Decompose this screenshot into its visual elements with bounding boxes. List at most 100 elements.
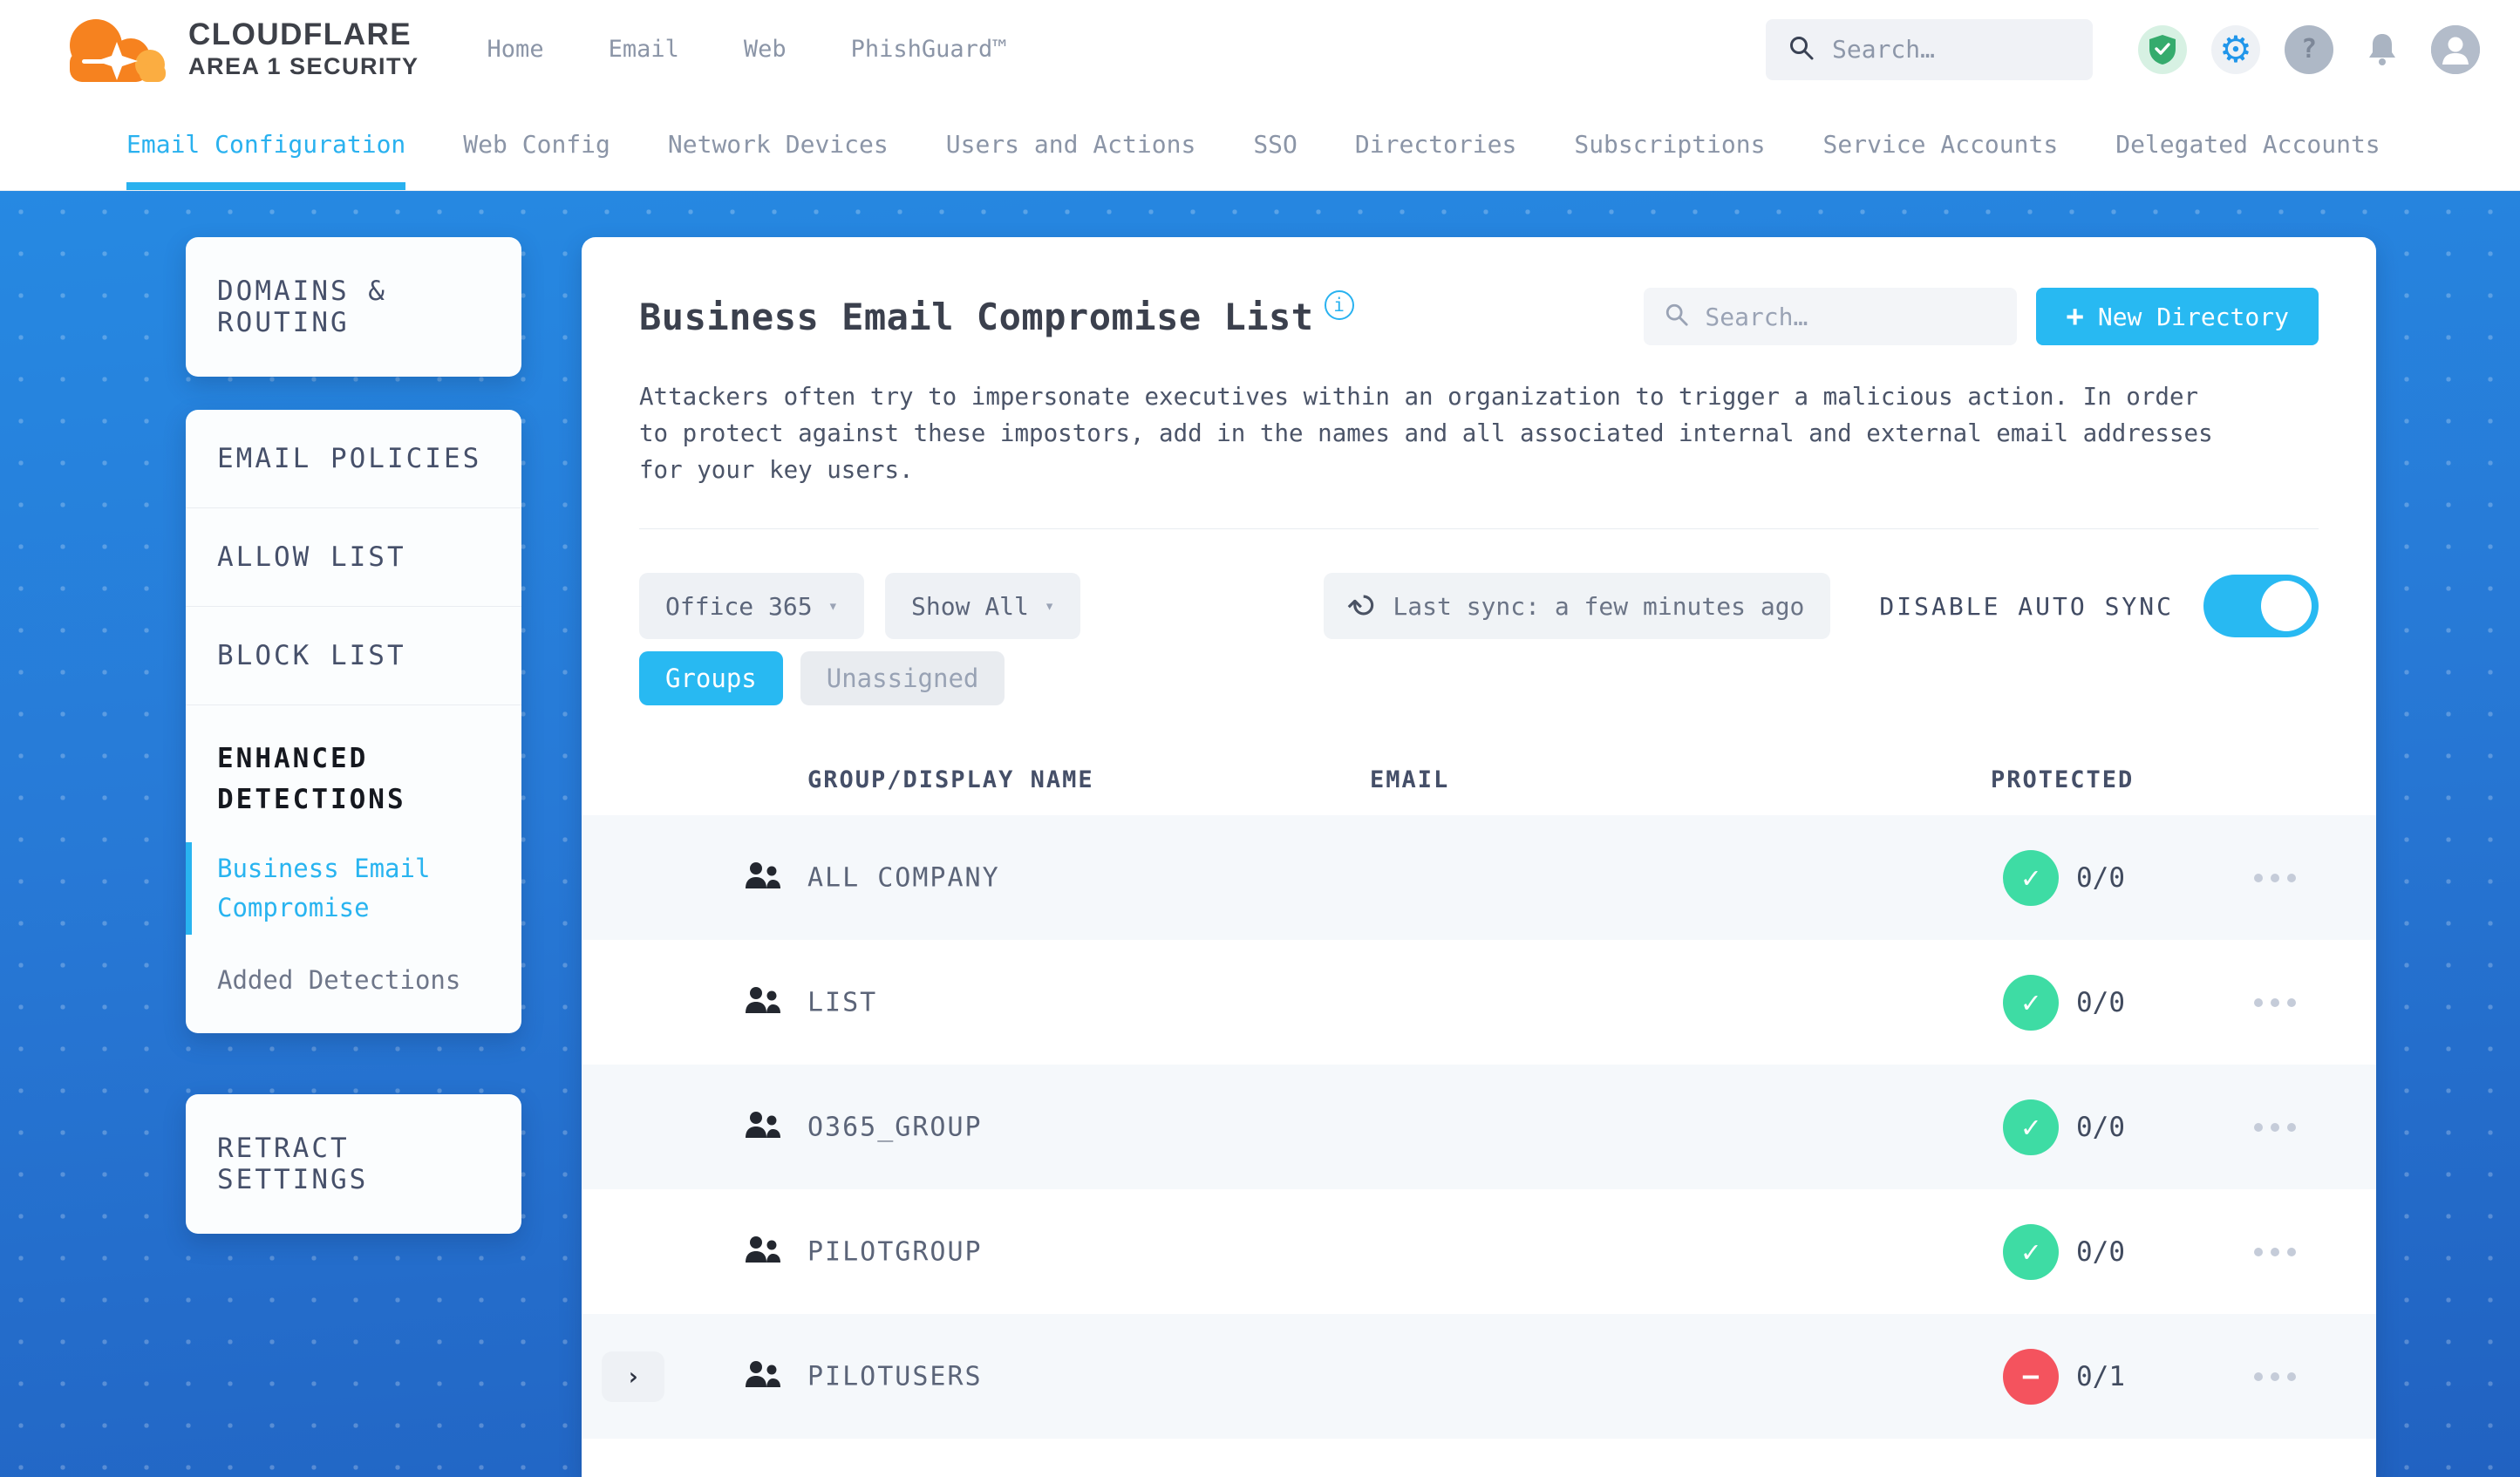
group-people-icon — [744, 861, 782, 895]
brand-name: CLOUDFLARE — [188, 17, 412, 52]
help-icon[interactable]: ? — [2285, 24, 2333, 74]
last-sync-text: Last sync: a few minutes ago — [1393, 591, 1805, 621]
auto-sync-label: DISABLE AUTO SYNC — [1879, 591, 2174, 621]
info-icon[interactable]: i — [1324, 290, 1354, 320]
column-header-name: GROUP/DISPLAY NAME — [807, 766, 1094, 793]
tab-email-configuration[interactable]: Email Configuration — [126, 99, 406, 190]
show-filter-select[interactable]: Show All ▾ — [885, 573, 1081, 639]
divider — [639, 528, 2319, 529]
list-search[interactable] — [1644, 288, 2018, 345]
page-description: Attackers often try to impersonate execu… — [639, 383, 2213, 484]
sidebar-item-domains-routing[interactable]: DOMAINS & ROUTING — [186, 237, 521, 377]
new-directory-button[interactable]: + New Directory — [2036, 288, 2319, 345]
table-row: LIST 0/0 — [582, 940, 2376, 1065]
group-name: ALL COMPANY — [807, 862, 1000, 893]
tab-service-accounts[interactable]: Service Accounts — [1823, 99, 2059, 190]
sidebar-section-enhanced-detections: ENHANCED DETECTIONS Business Email Compr… — [186, 704, 521, 1033]
row-menu-icon[interactable] — [2254, 1247, 2296, 1256]
sidebar-item-email-policies[interactable]: EMAIL POLICIES — [186, 410, 521, 507]
title-row: Business Email Compromise List i + New D… — [639, 288, 2319, 345]
directory-select[interactable]: Office 365 ▾ — [639, 573, 865, 639]
tab-groups[interactable]: Groups — [639, 651, 783, 705]
protected-count: 0/0 — [2076, 1111, 2125, 1143]
group-people-icon — [744, 1235, 782, 1269]
sidebar-item-allow-list[interactable]: ALLOW LIST — [186, 507, 521, 606]
top-nav-web[interactable]: Web — [744, 36, 787, 63]
top-header: CLOUDFLARE AREA 1 SECURITY Home Email We… — [0, 0, 2520, 99]
group-name: PILOTGROUP — [807, 1236, 983, 1267]
tab-web-config[interactable]: Web Config — [463, 99, 610, 190]
plus-icon: + — [2066, 299, 2084, 334]
page-canvas: DOMAINS & ROUTING EMAIL POLICIES ALLOW L… — [0, 191, 2520, 1477]
table-row: PILOTGROUP 0/0 — [582, 1189, 2376, 1314]
list-search-input[interactable] — [1705, 302, 1997, 331]
sidebar-policies-card: EMAIL POLICIES ALLOW LIST BLOCK LIST ENH… — [186, 410, 521, 1033]
toggle-knob — [2261, 581, 2312, 631]
group-people-icon — [744, 1359, 782, 1394]
sidebar: DOMAINS & ROUTING EMAIL POLICIES ALLOW L… — [186, 237, 521, 1267]
title-actions: + New Directory — [1644, 288, 2319, 345]
top-nav-home[interactable]: Home — [487, 36, 544, 63]
chevron-down-icon: ▾ — [828, 596, 839, 616]
protected-count: 0/0 — [2076, 861, 2125, 894]
auto-sync-toggle[interactable] — [2203, 575, 2319, 637]
group-tabs: Groups Unassigned — [639, 651, 2319, 705]
row-menu-icon[interactable] — [2254, 997, 2296, 1007]
protected-status-icon — [2003, 1348, 2059, 1405]
security-status-icon[interactable] — [2138, 24, 2187, 74]
global-search-input[interactable] — [1832, 35, 2070, 64]
config-subnav: Email Configuration Web Config Network D… — [0, 99, 2520, 191]
row-menu-icon[interactable] — [2254, 1122, 2296, 1132]
search-icon — [1788, 35, 1815, 65]
chevron-down-icon: ▾ — [1044, 596, 1055, 616]
protected-status-icon — [2003, 1223, 2059, 1280]
groups-table: GROUP/DISPLAY NAME EMAIL PROTECTED ALL C… — [582, 754, 2376, 1439]
table-header: GROUP/DISPLAY NAME EMAIL PROTECTED — [582, 754, 2376, 815]
sidebar-item-block-list[interactable]: BLOCK LIST — [186, 606, 521, 704]
row-menu-icon[interactable] — [2254, 873, 2296, 882]
page-title: Business Email Compromise List — [639, 295, 1314, 338]
sidebar-label: DOMAINS & ROUTING — [217, 276, 387, 338]
main-panel: Business Email Compromise List i + New D… — [582, 237, 2376, 1477]
filter-row: Office 365 ▾ Show All ▾ ↻ Last sync: a f… — [639, 573, 2319, 639]
tab-network-devices[interactable]: Network Devices — [668, 99, 889, 190]
sidebar-item-business-email-compromise[interactable]: Business Email Compromise — [186, 842, 490, 935]
notifications-bell-icon[interactable] — [2358, 25, 2407, 74]
sync-refresh-icon: ↻ — [1339, 582, 1387, 630]
top-nav-phishguard[interactable]: PhishGuard™ — [851, 36, 1007, 63]
tab-unassigned[interactable]: Unassigned — [800, 651, 1005, 705]
table-row: ALL COMPANY 0/0 — [582, 815, 2376, 940]
top-nav: Home Email Web PhishGuard™ — [487, 36, 1007, 63]
group-people-icon — [744, 1110, 782, 1145]
protected-status-icon — [2003, 974, 2059, 1031]
column-header-email: EMAIL — [1370, 766, 1450, 793]
protected-count: 0/0 — [2076, 1235, 2125, 1268]
new-directory-label: New Directory — [2097, 302, 2289, 331]
group-people-icon — [744, 985, 782, 1020]
protected-count: 0/1 — [2076, 1360, 2125, 1392]
tab-subscriptions[interactable]: Subscriptions — [1574, 99, 1765, 190]
column-header-protected: PROTECTED — [1991, 766, 2135, 793]
brand-subtitle: AREA 1 SECURITY — [188, 52, 419, 79]
cloudflare-logo[interactable]: CLOUDFLARE AREA 1 SECURITY — [56, 9, 419, 91]
tab-sso[interactable]: SSO — [1253, 99, 1297, 190]
settings-gear-icon[interactable]: ⚙ — [2211, 24, 2260, 74]
protected-count: 0/0 — [2076, 986, 2125, 1018]
protected-status-icon — [2003, 1099, 2059, 1155]
account-avatar-icon[interactable] — [2431, 24, 2480, 74]
tab-directories[interactable]: Directories — [1355, 99, 1516, 190]
header-right: ⚙ ? — [1766, 18, 2480, 80]
tab-users-and-actions[interactable]: Users and Actions — [946, 99, 1196, 190]
protected-status-icon — [2003, 849, 2059, 906]
cloudflare-cloud-icon — [56, 9, 171, 91]
table-row: O365_GROUP 0/0 — [582, 1065, 2376, 1189]
sidebar-item-added-detections[interactable]: Added Detections — [217, 961, 490, 1000]
group-name: LIST — [807, 987, 878, 1018]
top-nav-email[interactable]: Email — [609, 36, 679, 63]
sidebar-item-retract-settings[interactable]: RETRACT SETTINGS — [186, 1093, 521, 1234]
expand-row-button[interactable]: › — [602, 1351, 664, 1402]
global-search[interactable] — [1766, 18, 2093, 80]
tab-delegated-accounts[interactable]: Delegated Accounts — [2115, 99, 2380, 190]
last-sync-status[interactable]: ↻ Last sync: a few minutes ago — [1323, 573, 1831, 639]
row-menu-icon[interactable] — [2254, 1372, 2296, 1381]
